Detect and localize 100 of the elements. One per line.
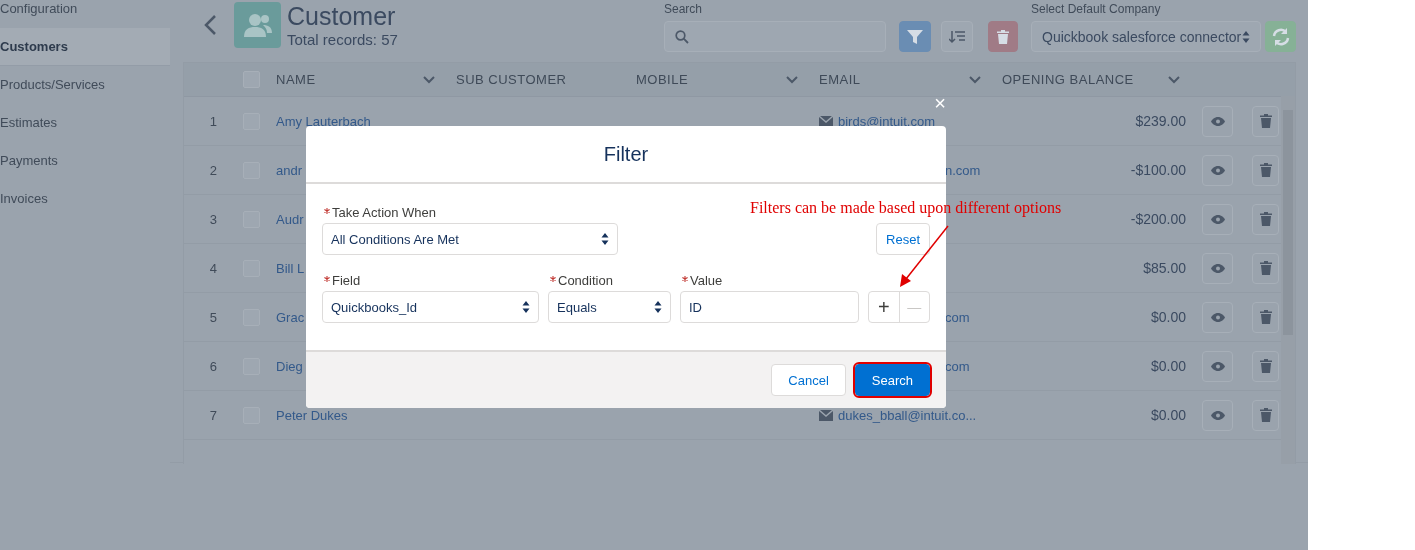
add-button[interactable]: + — [869, 292, 899, 322]
dialog-title: Filter — [603, 142, 649, 166]
back-chevron-icon[interactable] — [203, 14, 217, 36]
eye-icon — [1210, 361, 1225, 371]
trash-icon — [1259, 261, 1272, 275]
annotation-text: Filters can be made based upon different options — [750, 199, 1062, 217]
select-field[interactable]: Equals — [548, 291, 671, 323]
trash-icon — [1259, 408, 1272, 422]
balance-cell: $85.00 — [1143, 260, 1186, 276]
company-select[interactable]: Quickbook salesforce connector — [1031, 21, 1261, 52]
field-label: Field — [332, 273, 361, 288]
column-header[interactable]: EMAIL — [819, 72, 861, 87]
page-title: Customer — [287, 2, 397, 30]
chevron-down-icon[interactable] — [422, 74, 436, 85]
trash-icon — [997, 29, 1009, 44]
column-header[interactable]: SUB CUSTOMER — [456, 72, 567, 87]
trash-icon — [1259, 212, 1272, 226]
delete-row-button[interactable] — [1252, 154, 1279, 186]
balance-cell: $0.00 — [1150, 309, 1186, 325]
customer-name-link[interactable]: Audr — [276, 211, 304, 227]
eye-icon — [1210, 214, 1225, 224]
customer-name-link[interactable]: Bill L — [276, 260, 305, 276]
balance-cell: $0.00 — [1150, 358, 1186, 374]
eye-icon — [1210, 410, 1225, 420]
email-link[interactable]: com — [945, 309, 970, 325]
balance-cell: $0.00 — [1150, 407, 1186, 423]
balance-cell: -$100.00 — [1130, 162, 1186, 178]
chevron-down-icon[interactable] — [1167, 74, 1181, 85]
filter-button[interactable] — [899, 21, 931, 52]
email-link[interactable]: n.com — [945, 162, 981, 178]
up-down-arrows-icon — [1242, 29, 1250, 44]
trash-icon — [1259, 310, 1272, 324]
row-number: 2 — [208, 162, 218, 178]
row-number: 1 — [208, 113, 218, 129]
view-button[interactable] — [1202, 350, 1233, 382]
view-button[interactable] — [1202, 301, 1233, 333]
chevron-down-icon[interactable] — [968, 74, 982, 85]
mail-icon — [819, 409, 833, 421]
customer-name-link[interactable]: Dieg — [276, 358, 303, 374]
search-field[interactable] — [664, 21, 886, 52]
select-field[interactable]: All Conditions Are Met — [322, 223, 618, 255]
delete-row-button[interactable] — [1252, 399, 1279, 431]
search-icon — [675, 29, 689, 44]
delete-row-button[interactable] — [1252, 203, 1279, 235]
email-link[interactable]: dukes_bball@intuit.co... — [838, 407, 977, 423]
delete-row-button[interactable] — [1252, 105, 1279, 137]
search-button[interactable]: Search — [854, 364, 930, 396]
up-down-arrows-icon — [601, 232, 609, 246]
balance-cell: $239.00 — [1135, 113, 1186, 129]
customer-name-link[interactable]: Amy Lauterbach — [276, 113, 371, 129]
row-number: 6 — [208, 358, 218, 374]
email-link[interactable]: com — [945, 358, 970, 374]
eye-icon — [1210, 263, 1225, 273]
trash-icon — [1259, 359, 1272, 373]
row-number: 7 — [208, 407, 218, 423]
trash-icon — [1259, 114, 1272, 128]
field-label: Condition — [558, 273, 613, 288]
view-button[interactable] — [1202, 399, 1233, 431]
customer-name-link[interactable]: Grac — [276, 309, 305, 325]
delete-row-button[interactable] — [1252, 301, 1279, 333]
company-label: Select Default Company — [1031, 2, 1162, 18]
refresh-icon — [1270, 26, 1291, 47]
customer-name-link[interactable]: andr — [276, 162, 303, 178]
view-button[interactable] — [1202, 105, 1233, 137]
delete-button[interactable] — [988, 21, 1018, 52]
row-number: 5 — [208, 309, 218, 325]
sidebar-item[interactable]: Customers — [0, 28, 170, 66]
field-label: Take Action When — [332, 205, 437, 220]
mail-icon — [819, 115, 833, 127]
email-link[interactable]: birds@intuit.com — [838, 113, 935, 129]
cancel-button[interactable]: Cancel — [771, 364, 846, 396]
up-down-arrows-icon — [654, 300, 662, 314]
view-button[interactable] — [1202, 252, 1233, 284]
column-header[interactable]: OPENING BALANCE — [1002, 72, 1134, 87]
view-button[interactable] — [1202, 154, 1233, 186]
chevron-down-icon[interactable] — [785, 74, 799, 85]
row-number: 3 — [208, 211, 218, 227]
row-number: 4 — [208, 260, 218, 276]
field-label: Value — [690, 273, 723, 288]
select-field[interactable]: Quickbooks_Id — [322, 291, 539, 323]
close-icon[interactable]: × — [934, 93, 946, 113]
column-header[interactable]: MOBILE — [636, 72, 689, 87]
filter-icon — [907, 28, 923, 45]
record-count: Total records: 57 — [287, 30, 398, 50]
input-field[interactable]: ID — [680, 291, 859, 323]
delete-row-button[interactable] — [1252, 350, 1279, 382]
view-button[interactable] — [1202, 203, 1233, 235]
eye-icon — [1210, 312, 1225, 322]
customer-name-link[interactable]: Peter Dukes — [276, 407, 348, 423]
contacts-icon — [234, 2, 281, 48]
eye-icon — [1210, 116, 1225, 126]
reset-button[interactable]: Reset — [876, 223, 930, 255]
refresh-button[interactable] — [1265, 21, 1296, 52]
balance-cell: -$200.00 — [1130, 211, 1186, 227]
sort-icon — [949, 29, 965, 44]
trash-icon — [1259, 163, 1272, 177]
eye-icon — [1210, 165, 1225, 175]
sort-button[interactable] — [941, 21, 973, 52]
delete-row-button[interactable] — [1252, 252, 1279, 284]
column-header[interactable]: NAME — [276, 72, 316, 87]
